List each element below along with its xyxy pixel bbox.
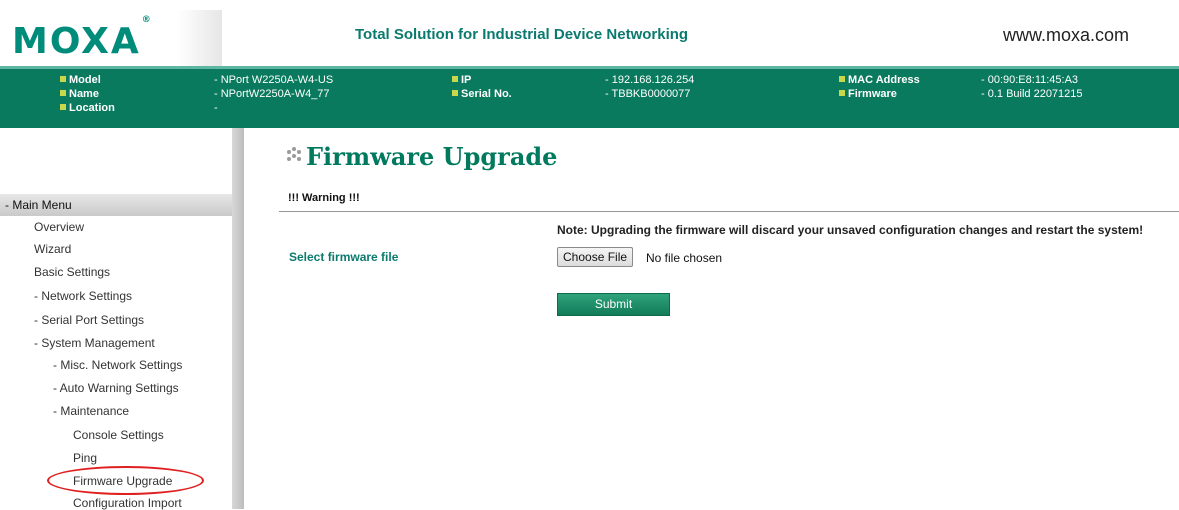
info-model: Model — [60, 73, 101, 87]
mac-value: - 00:90:E8:11:45:A3 — [981, 74, 1079, 86]
menu-item-ping[interactable]: Ping — [73, 451, 97, 465]
menu-item-overview[interactable]: Overview — [34, 220, 84, 234]
bullet-icon — [60, 76, 66, 83]
page-title-text: Firmware Upgrade — [306, 142, 558, 171]
menu-item-system-management[interactable]: - System Management — [34, 336, 155, 350]
logo-text: MOXA — [12, 21, 141, 62]
bullet-icon — [839, 76, 845, 83]
info-name: Name — [60, 87, 99, 101]
bullet-icon — [839, 90, 845, 97]
choose-file-button[interactable]: Choose File — [557, 247, 634, 267]
menu-item-maintenance[interactable]: - Maintenance — [53, 404, 129, 418]
ip-value: - 192.168.126.254 — [605, 74, 695, 86]
main-menu-header[interactable]: - Main Menu — [0, 194, 232, 216]
mac-label: MAC Address — [848, 74, 920, 86]
menu-item-configuration-import[interactable]: Configuration Import — [73, 496, 182, 510]
serial-label: Serial No. — [461, 88, 512, 100]
name-label: Name — [69, 88, 99, 100]
menu-item-network-settings[interactable]: - Network Settings — [34, 289, 132, 303]
page-header: MOXA® Total Solution for Industrial Devi… — [0, 0, 1179, 66]
device-info-bar: Model - NPort W2250A-W4-US Name - NPortW… — [0, 66, 1179, 128]
model-label: Model — [69, 74, 101, 86]
info-mac: MAC Address — [839, 73, 920, 87]
bullet-icon — [452, 76, 458, 83]
info-firmware: Firmware — [839, 87, 897, 101]
logo-registered-mark: ® — [141, 15, 153, 25]
info-serial: Serial No. — [452, 87, 512, 101]
select-firmware-label: Select firmware file — [289, 250, 399, 264]
location-value: - — [214, 102, 218, 114]
menu-item-serial-port-settings[interactable]: - Serial Port Settings — [34, 313, 144, 327]
menu-item-wizard[interactable]: Wizard — [34, 242, 71, 256]
firmware-value: - 0.1 Build 22071215 — [981, 88, 1083, 100]
moxa-logo[interactable]: MOXA® — [12, 15, 153, 62]
upgrade-note: Note: Upgrading the firmware will discar… — [557, 223, 1144, 237]
warning-text: !!! Warning !!! — [288, 192, 360, 204]
bullet-icon — [60, 104, 66, 111]
submit-button[interactable]: Submit — [557, 293, 670, 316]
location-label: Location — [69, 102, 115, 114]
bullet-icon — [60, 90, 66, 97]
menu-item-auto-warning-settings[interactable]: - Auto Warning Settings — [53, 381, 179, 395]
page-title: Firmware Upgrade — [286, 142, 557, 171]
firmware-label: Firmware — [848, 88, 897, 100]
sidebar-divider — [232, 128, 244, 509]
warning-row: !!! Warning !!! — [279, 186, 1179, 212]
dots-icon — [286, 146, 304, 167]
tagline: Total Solution for Industrial Device Net… — [355, 26, 689, 43]
website-url[interactable]: www.moxa.com — [1003, 25, 1129, 46]
menu-item-misc-network-settings[interactable]: - Misc. Network Settings — [53, 358, 182, 372]
serial-value: - TBBKB0000077 — [605, 88, 691, 100]
model-value: - NPort W2250A-W4-US — [214, 74, 334, 86]
ip-label: IP — [461, 74, 472, 86]
info-ip: IP — [452, 73, 471, 87]
info-location: Location — [60, 101, 115, 115]
name-value: - NPortW2250A-W4_77 — [214, 88, 330, 100]
highlight-circle — [47, 466, 204, 495]
no-file-chosen-text: No file chosen — [646, 251, 723, 265]
menu-item-console-settings[interactable]: Console Settings — [73, 428, 164, 442]
menu-item-basic-settings[interactable]: Basic Settings — [34, 265, 110, 279]
bullet-icon — [452, 90, 458, 97]
